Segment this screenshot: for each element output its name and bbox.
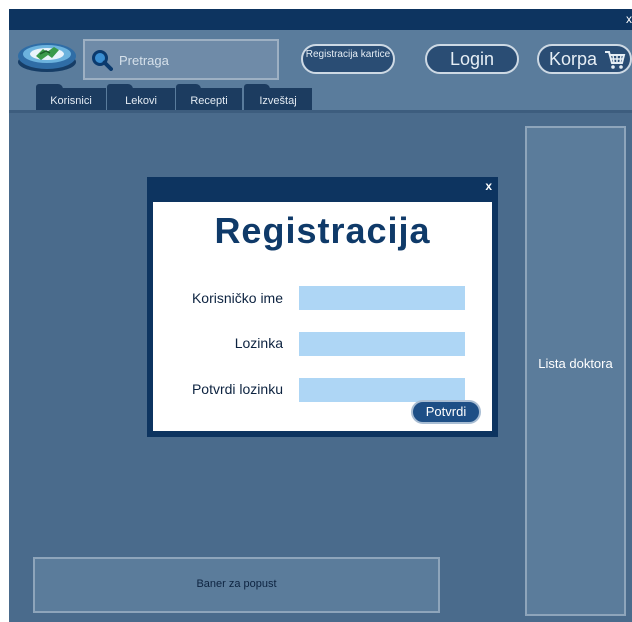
dialog-title: Registracija — [214, 210, 431, 251]
doctor-list-panel[interactable]: Lista doktora — [525, 126, 626, 616]
header: Pretraga Registracija kartice Login Korp… — [9, 30, 632, 110]
cart-button[interactable]: Korpa — [537, 44, 632, 74]
dialog-body: Registracija Korisničko ime Lozinka Potv… — [153, 202, 492, 431]
search-icon — [92, 50, 113, 71]
confirm-password-label: Potvrdi lozinku — [191, 381, 283, 397]
logo-icon[interactable] — [16, 38, 78, 74]
window-close-button[interactable]: x — [626, 12, 632, 26]
search-input[interactable]: Pretraga — [119, 53, 169, 68]
registration-dialog: x Registracija Korisničko ime Lozinka Po… — [147, 177, 498, 437]
search-box[interactable]: Pretraga — [83, 39, 279, 80]
confirm-password-field[interactable] — [299, 378, 465, 402]
username-label: Korisničko ime — [191, 290, 283, 306]
password-field[interactable] — [299, 332, 465, 356]
tab-korisnici[interactable]: Korisnici — [36, 84, 106, 110]
username-field[interactable] — [299, 286, 465, 310]
title-bar: x — [9, 9, 632, 30]
app-window: x Pretraga Registracija kartice Login Ko… — [9, 9, 632, 622]
confirm-button[interactable]: Potvrdi — [411, 400, 481, 424]
tab-izvestaj[interactable]: Izveštaj — [244, 84, 312, 110]
tab-recepti[interactable]: Recepti — [176, 84, 242, 110]
discount-banner[interactable]: Baner za popust — [33, 557, 440, 613]
cart-icon — [605, 51, 626, 69]
doctor-list-label: Lista doktora — [538, 356, 613, 371]
dialog-close-button[interactable]: x — [485, 179, 492, 193]
login-button[interactable]: Login — [425, 44, 519, 74]
password-label: Lozinka — [234, 335, 283, 351]
cart-label: Korpa — [549, 49, 598, 69]
register-card-button[interactable]: Registracija kartice — [301, 44, 395, 74]
tab-lekovi[interactable]: Lekovi — [107, 84, 175, 110]
banner-label: Baner za popust — [196, 578, 277, 590]
